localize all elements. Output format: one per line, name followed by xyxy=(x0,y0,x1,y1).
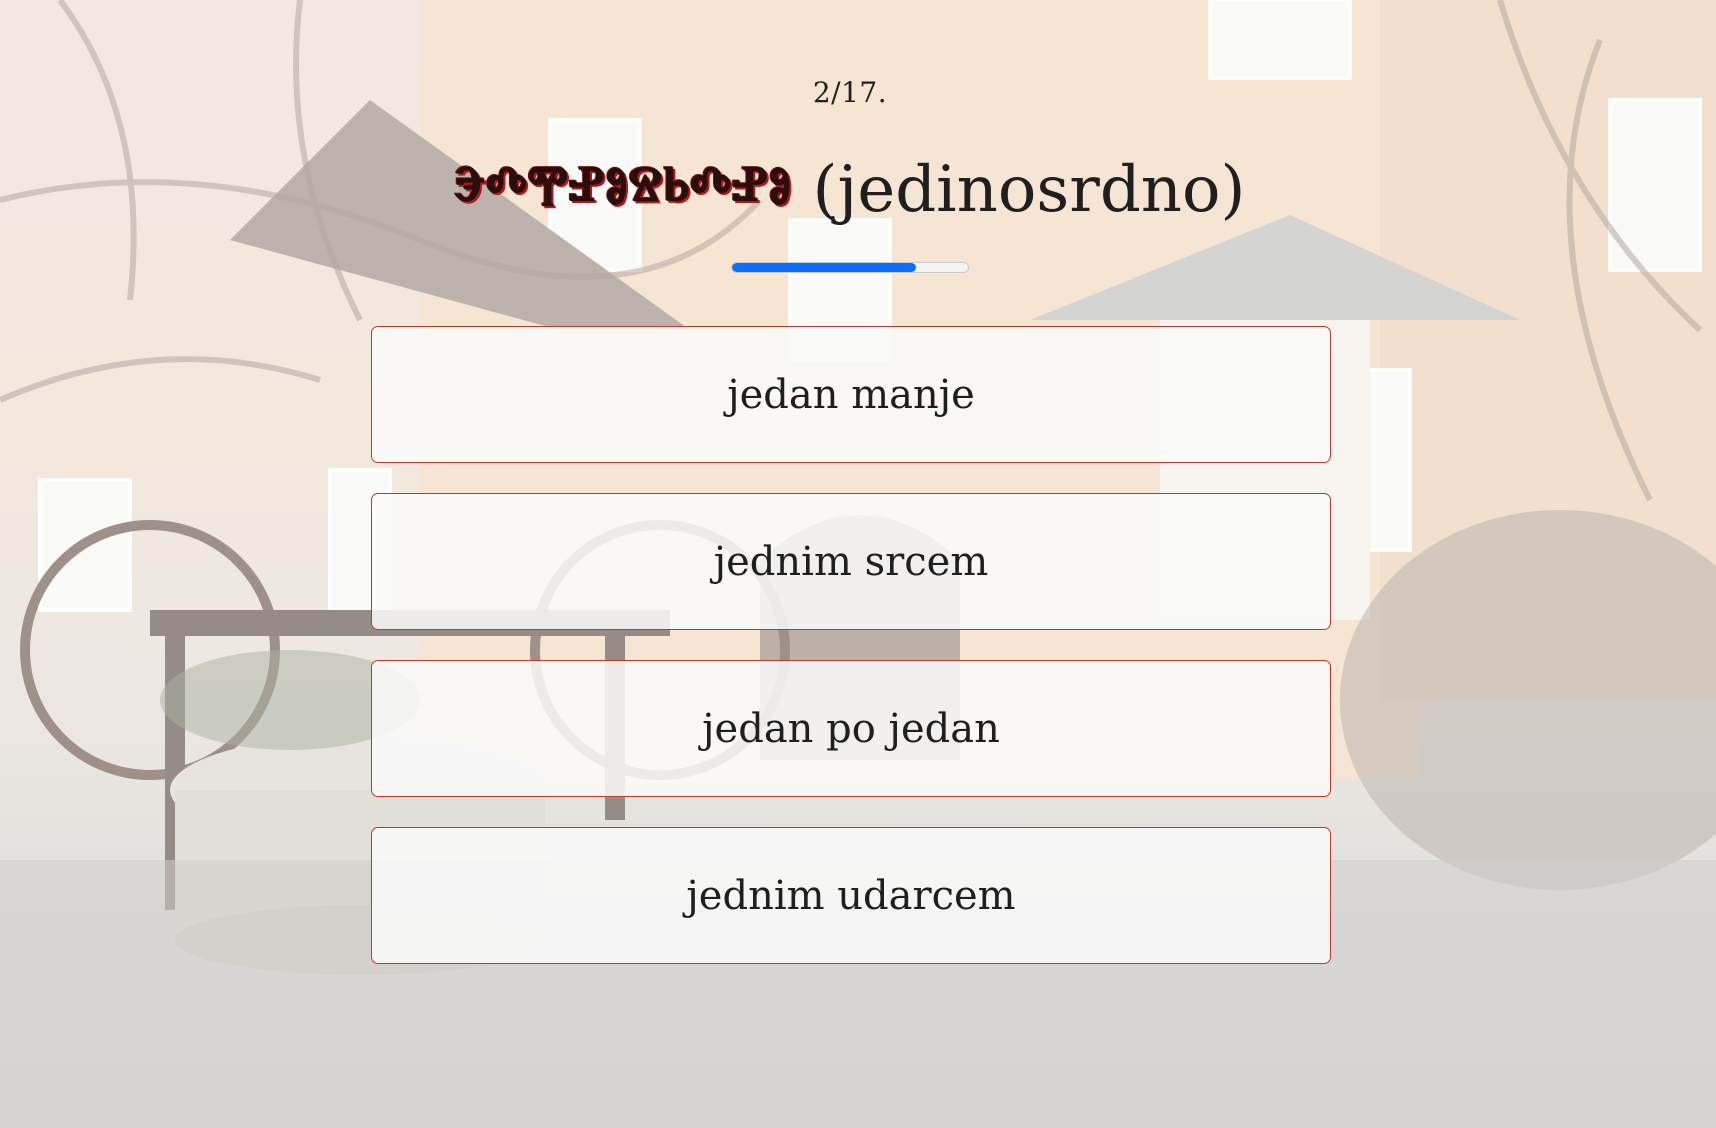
answer-option-label: jedan po jedan xyxy=(702,705,1000,752)
answer-option-4[interactable]: jednim udarcem xyxy=(371,827,1331,964)
answer-option-3[interactable]: jedan po jedan xyxy=(371,660,1331,797)
question-counter: 2/17. xyxy=(812,76,888,109)
answer-option-2[interactable]: jednim srcem xyxy=(371,493,1331,630)
answer-list: jedan manje jednim srcem jedan po jedan … xyxy=(371,326,1331,994)
question-latin-word: (jedinosrdno) xyxy=(812,153,1246,227)
question-title: ⰵⰴⰹⱀⱁⱄⱃⰴⱀⱁ (jedinosrdno) xyxy=(0,150,1700,230)
progress-bar xyxy=(731,262,969,273)
answer-option-label: jedan manje xyxy=(727,371,975,418)
answer-option-label: jednim udarcem xyxy=(686,872,1016,919)
answer-option-label: jednim srcem xyxy=(713,538,989,585)
question-glagolitic-word: ⰵⰴⰹⱀⱁⱄⱃⰴⱀⱁ xyxy=(454,152,793,227)
progress-bar-fill xyxy=(732,263,917,272)
answer-option-1[interactable]: jedan manje xyxy=(371,326,1331,463)
